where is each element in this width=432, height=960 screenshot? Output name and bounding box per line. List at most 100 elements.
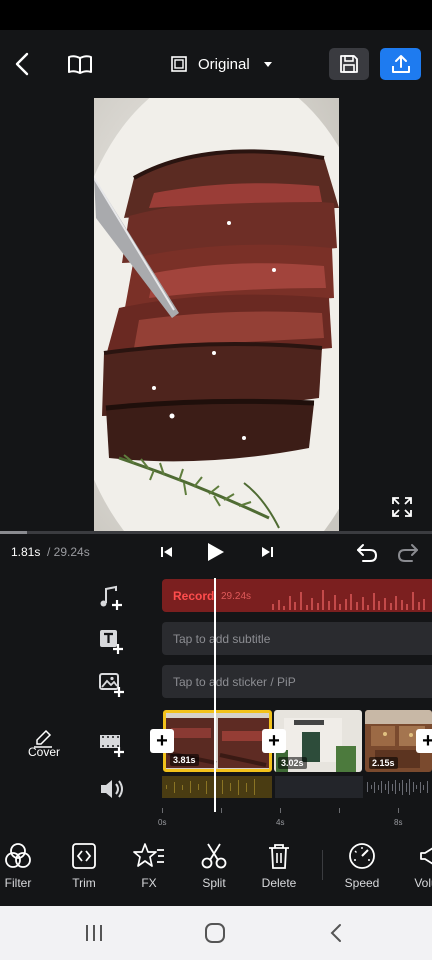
music-add-icon xyxy=(100,585,122,610)
delete-button[interactable]: Delete xyxy=(249,842,309,890)
speed-button[interactable]: Speed xyxy=(332,842,392,890)
audio-waveform-bar xyxy=(423,784,424,790)
audio-waveform-bar xyxy=(416,785,417,789)
waveform-bar xyxy=(333,595,336,610)
aspect-ratio-dropdown[interactable]: Original xyxy=(170,52,272,76)
ruler-tick xyxy=(280,808,281,813)
system-back-button[interactable] xyxy=(328,923,344,948)
audio-waveform-bar xyxy=(398,783,400,791)
waveform-bar xyxy=(305,605,308,610)
undo-button[interactable] xyxy=(355,540,379,564)
redo-button[interactable] xyxy=(396,540,420,564)
add-transition-button[interactable]: + xyxy=(416,729,432,753)
waveform-bar xyxy=(378,601,381,610)
speed-label: Speed xyxy=(344,876,380,890)
waveform-bar xyxy=(372,593,375,610)
speaker-icon xyxy=(101,780,123,798)
record-duration: 29.24s xyxy=(221,591,252,602)
speedometer-icon xyxy=(349,843,375,869)
skip-previous-button[interactable] xyxy=(155,540,179,564)
subtitle-placeholder: Tap to add subtitle xyxy=(173,632,271,646)
waveform-bar xyxy=(350,594,353,610)
video-clip-1-selected[interactable]: 3.81s xyxy=(163,710,272,772)
skip-previous-icon xyxy=(161,547,172,557)
ruler-tick xyxy=(398,808,399,813)
audio-waveform-bar xyxy=(384,784,386,790)
add-sticker-button[interactable] xyxy=(98,671,126,699)
chevron-down-icon xyxy=(263,61,272,67)
video-preview[interactable] xyxy=(0,98,432,531)
export-button[interactable] xyxy=(380,48,421,80)
audio-waveform-bar xyxy=(174,781,175,793)
add-subtitle-button[interactable] xyxy=(98,628,126,656)
video-clip-2[interactable]: 3.02s xyxy=(274,710,362,772)
text-add-icon xyxy=(100,630,123,654)
redo-icon xyxy=(397,544,418,562)
skip-next-button[interactable] xyxy=(255,540,279,564)
audio-waveform-bar xyxy=(190,781,191,793)
undo-icon xyxy=(357,544,378,562)
record-track[interactable]: Record 29.24s xyxy=(162,579,432,612)
add-music-button[interactable] xyxy=(98,584,126,612)
fx-star-icon xyxy=(133,843,164,867)
waveform-bar xyxy=(423,599,426,610)
subtitle-track[interactable]: Tap to add subtitle xyxy=(162,622,432,655)
waveform-bar xyxy=(367,605,370,610)
save-icon xyxy=(340,55,358,73)
fx-label: FX xyxy=(141,876,157,890)
fx-button[interactable]: FX xyxy=(119,842,179,890)
audio-waveform-bar xyxy=(238,779,239,795)
save-draft-button[interactable] xyxy=(329,48,369,80)
delete-label: Delete xyxy=(261,876,297,890)
audio-waveform-bar xyxy=(246,782,247,792)
waveform-bar xyxy=(417,602,420,610)
cover-label: Cover xyxy=(28,745,61,759)
add-transition-button[interactable]: + xyxy=(262,729,286,753)
playhead[interactable] xyxy=(214,578,216,812)
image-add-icon xyxy=(99,673,124,697)
add-video-button[interactable] xyxy=(98,730,126,758)
skip-next-icon xyxy=(262,547,273,557)
upload-icon xyxy=(391,55,410,73)
preview-frame-steak-image xyxy=(94,98,339,531)
original-audio-strip[interactable] xyxy=(162,776,432,798)
waveform-bar xyxy=(400,600,403,610)
waveform-bar xyxy=(412,592,414,610)
split-label: Split xyxy=(202,876,226,890)
timeline[interactable]: Record 29.24s Tap to add subtitle Tap to… xyxy=(0,570,432,832)
filter-button[interactable]: Filter xyxy=(0,842,48,890)
play-button[interactable] xyxy=(203,540,227,564)
waveform-bar xyxy=(384,598,386,610)
clip-duration: 3.02s xyxy=(278,757,307,769)
audio-waveform-bar xyxy=(381,781,382,793)
sticker-placeholder: Tap to add sticker / PiP xyxy=(173,675,296,689)
split-button[interactable]: Split xyxy=(184,842,244,890)
audio-waveform-bar xyxy=(391,783,393,791)
playback-controls: 1.81s / 29.24s xyxy=(0,534,432,570)
trim-button[interactable]: Trim xyxy=(54,842,114,890)
ruler-tick xyxy=(221,808,222,813)
status-bar xyxy=(0,0,432,30)
home-icon xyxy=(205,923,225,943)
fullscreen-button[interactable] xyxy=(390,495,414,519)
aspect-ratio-label: Original xyxy=(198,55,250,73)
audio-waveform-bar xyxy=(206,780,207,794)
sticker-pip-track[interactable]: Tap to add sticker / PiP xyxy=(162,665,432,698)
audio-waveform-bar xyxy=(419,781,421,793)
clip-volume-button[interactable] xyxy=(98,775,126,803)
audio-waveform-bar xyxy=(388,780,389,794)
waveform-bar xyxy=(339,604,342,610)
home-button[interactable] xyxy=(204,923,226,948)
guide-button[interactable] xyxy=(66,50,94,78)
waveform-bar xyxy=(328,601,330,610)
back-button[interactable] xyxy=(10,50,36,78)
toolbar-divider xyxy=(322,850,323,880)
recent-apps-button[interactable] xyxy=(84,924,104,947)
add-transition-button[interactable]: + xyxy=(150,729,174,753)
trim-icon xyxy=(72,843,96,869)
audio-waveform-bar xyxy=(409,779,410,795)
back-arrow-icon xyxy=(15,52,29,76)
top-bar: Original xyxy=(0,30,432,98)
audio-waveform-bar xyxy=(405,782,407,792)
volume-button[interactable]: Volu xyxy=(396,842,432,890)
